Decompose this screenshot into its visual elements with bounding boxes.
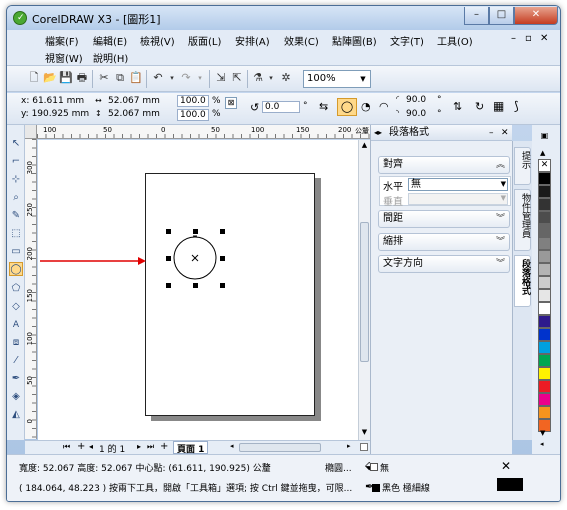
arrow-annotation	[40, 257, 146, 265]
